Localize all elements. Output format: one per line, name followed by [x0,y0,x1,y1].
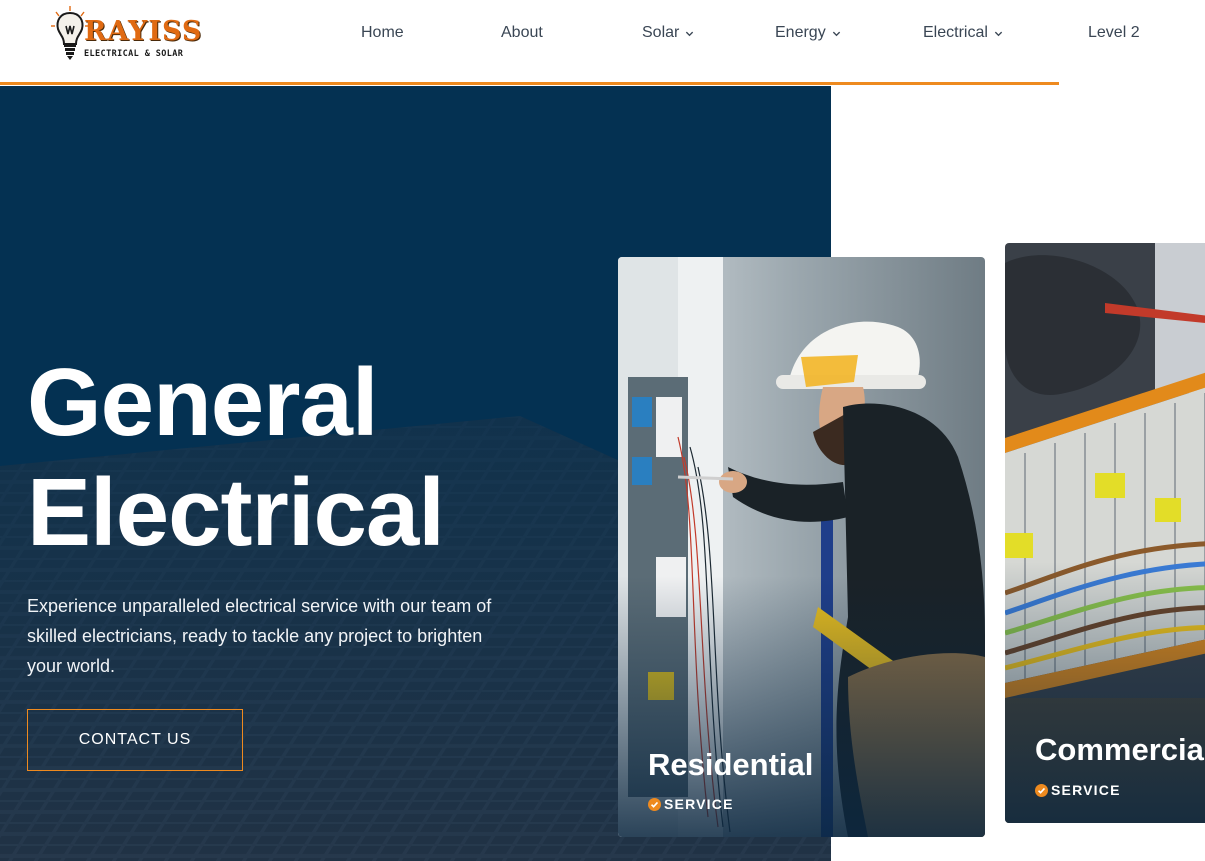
nav-about-label: About [501,24,543,41]
hero-title-line1: General [27,349,379,456]
brand-tagline: ELECTRICAL & SOLAR [84,49,184,59]
nav-energy[interactable]: Energy [775,24,841,42]
service-title-residential: Residential [648,747,814,782]
service-title-commercial: Commercial [1035,732,1205,767]
service-subtitle-label: SERVICE [1051,782,1121,798]
service-subtitle-residential: SERVICE [648,796,734,812]
nav-electrical-label: Electrical [923,24,988,41]
chevron-down-icon [994,31,1003,36]
nav-home-label: Home [361,24,404,41]
hero-title-line2: Electrical [27,459,445,566]
nav-level-2-label: Level 2 [1088,24,1140,41]
service-card-residential[interactable]: Residential SERVICE [618,257,985,837]
chevron-down-icon [686,31,694,36]
chevron-down-icon [832,31,840,36]
nav-solar[interactable]: Solar [642,24,694,42]
nav-electrical[interactable]: Electrical [923,24,1003,42]
header-accent-line [0,82,1059,85]
hero-description: Experience unparalleled electrical servi… [27,596,492,676]
nav-about[interactable]: About [501,24,543,42]
nav-solar-label: Solar [642,24,680,41]
nav-level-2[interactable]: Level 2 [1088,24,1140,42]
nav-energy-label: Energy [775,24,826,41]
nav-home[interactable]: Home [361,24,404,42]
check-circle-icon [1035,783,1048,797]
service-card-commercial[interactable]: Commercial SERVICE [1005,243,1205,823]
brand-logo[interactable]: RAYISS ELECTRICAL & SOLAR [50,4,210,62]
hero-title: General Electrical [27,348,445,568]
service-subtitle-commercial: SERVICE [1035,782,1121,798]
brand-name: RAYISS [84,16,203,47]
site-header: RAYISS ELECTRICAL & SOLAR Home About Sol… [0,0,1205,85]
service-subtitle-label: SERVICE [664,796,734,812]
contact-us-button[interactable]: CONTACT US [27,709,243,771]
check-circle-icon [648,797,661,811]
